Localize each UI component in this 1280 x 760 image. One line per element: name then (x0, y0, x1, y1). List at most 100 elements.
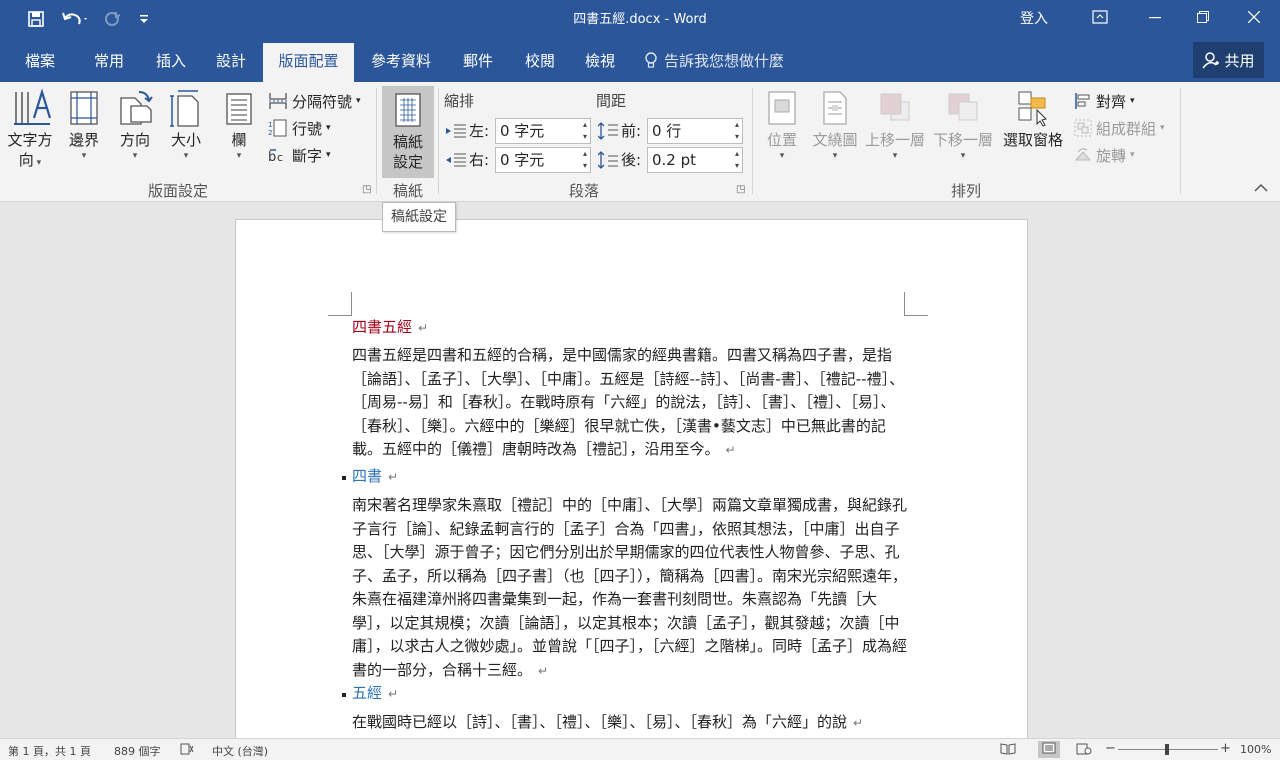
spacing-after-input[interactable]: 0.2 pt ▴ ▾ (647, 147, 743, 173)
heading-five-classics[interactable]: 五經 ↵ (352, 682, 398, 703)
send-backward-button[interactable]: 下移一層 ▾ (930, 88, 996, 162)
paragraph-five-classics[interactable]: 在戰國時已經以［詩］、［書］、［禮］、［樂］、［易］、［春秋］為「六經」的說 ↵ (352, 711, 908, 736)
tab-design[interactable]: 設計 (202, 43, 260, 82)
tab-home[interactable]: 常用 (80, 43, 138, 82)
spacing-before-icon (598, 121, 618, 140)
hyphenation-button[interactable]: bc 斷字 ▾ (268, 142, 331, 168)
paragraph-mark-icon: ↵ (538, 663, 549, 678)
tab-file[interactable]: 檔案 (10, 43, 70, 82)
share-label: 共用 (1224, 51, 1255, 70)
zoom-out-icon[interactable]: − (1105, 741, 1116, 756)
position-button[interactable]: 位置 ▾ (760, 88, 804, 162)
spinner-icon[interactable]: ▴ ▾ (735, 148, 739, 172)
size-button[interactable]: 大小 ▾ (164, 88, 208, 162)
ribbon-tabs: 檔案 常用 插入 設計 版面配置 參考資料 郵件 校閱 檢視 告訴我您想做什麼 … (0, 38, 1280, 82)
text-direction-button[interactable]: 文字方 向 ▾ (4, 88, 56, 173)
spacing-before-label: 前: (598, 120, 641, 141)
indent-right-icon (446, 153, 466, 166)
margins-button[interactable]: 邊界 ▾ (62, 88, 106, 162)
customize-icon[interactable] (134, 8, 154, 30)
breaks-button[interactable]: 分隔符號 ▾ (268, 88, 361, 114)
zoom-in-icon[interactable]: + (1220, 741, 1231, 756)
spinner-icon[interactable]: ▴ ▾ (583, 119, 587, 143)
manuscript-label-1: 稿紙 (392, 133, 423, 151)
spinner-icon[interactable]: ▴ ▾ (735, 119, 739, 143)
spinner-icon[interactable]: ▴ ▾ (583, 148, 587, 172)
tab-insert[interactable]: 插入 (142, 43, 200, 82)
manuscript-setup-button[interactable]: 稿紙 設定 (382, 86, 434, 178)
tab-review[interactable]: 校閱 (512, 43, 568, 82)
paragraph-mark-icon: ↵ (388, 470, 399, 484)
indent-left-value: 0 字元 (500, 122, 545, 140)
group-button[interactable]: 組成群組 ▾ (1074, 115, 1165, 141)
paragraph-intro[interactable]: 四書五經是四書和五經的合稱，是中國儒家的經典書籍。四書又稱為四子書，是指［論語］… (352, 344, 908, 463)
read-mode-icon[interactable] (1000, 743, 1016, 758)
lightbulb-icon (645, 51, 657, 68)
heading-four-books[interactable]: 四書 ↵ (352, 465, 398, 486)
group-separator (752, 88, 753, 194)
chevron-down-icon: ▾ (832, 151, 838, 161)
chevron-down-icon: ▾ (326, 123, 331, 133)
share-button[interactable]: 共用 (1193, 42, 1264, 78)
undo-icon[interactable] (58, 8, 92, 30)
columns-button[interactable]: 欄 ▾ (218, 88, 260, 162)
tab-mailings[interactable]: 郵件 (450, 43, 506, 82)
redo-icon[interactable] (100, 8, 124, 30)
chevron-down-icon: ▾ (356, 96, 361, 106)
selection-pane-button[interactable]: 選取窗格 (998, 88, 1068, 150)
rotate-label: 旋轉 (1096, 146, 1127, 165)
hyphenation-label: 斷字 (292, 146, 323, 165)
tab-references[interactable]: 參考資料 (360, 43, 442, 82)
save-icon[interactable] (24, 8, 48, 30)
document-area: 四書五經 ↵ 四書五經是四書和五經的合稱，是中國儒家的經典書籍。四書又稱為四子書，… (0, 202, 1280, 738)
tab-view[interactable]: 檢視 (572, 43, 628, 82)
restore-icon[interactable] (1180, 0, 1226, 34)
chevron-down-icon: ▾ (1130, 96, 1135, 106)
paragraph-four-books[interactable]: 南宋著名理學家朱熹取［禮記］中的［中庸］、［大學］兩篇文章單獨成書，與紀錄孔子言… (352, 494, 908, 683)
person-icon (1202, 52, 1220, 69)
collapse-ribbon-icon[interactable] (1254, 182, 1268, 197)
spacing-before-input[interactable]: 0 行 ▴ ▾ (647, 118, 743, 144)
close-icon[interactable] (1231, 0, 1277, 34)
spacing-after-icon (598, 150, 618, 169)
margins-label: 邊界 (68, 131, 99, 149)
zoom-level[interactable]: 100% (1240, 743, 1271, 756)
minimize-icon[interactable] (1132, 0, 1178, 34)
title-bar: 四書五經.docx - Word 登入 (0, 0, 1280, 38)
print-layout-icon[interactable] (1038, 741, 1060, 758)
indent-right-input[interactable]: 0 字元 ▴ ▾ (495, 147, 591, 173)
heading-marker (342, 476, 346, 480)
language-indicator[interactable]: 中文 (台灣) (212, 743, 268, 759)
document-page[interactable]: 四書五經 ↵ 四書五經是四書和五經的合稱，是中國儒家的經典書籍。四書又稱為四子書，… (235, 219, 1028, 738)
align-button[interactable]: 對齊 ▾ (1074, 88, 1135, 114)
bring-forward-button[interactable]: 上移一層 ▾ (862, 88, 928, 162)
indent-heading: 縮排 (444, 92, 475, 110)
paragraph-launcher-icon[interactable]: ◳ (736, 184, 745, 195)
wrap-text-icon (823, 91, 847, 125)
line-numbers-label: 行號 (292, 119, 323, 138)
indent-left-input[interactable]: 0 字元 ▴ ▾ (495, 118, 591, 144)
send-backward-label: 下移一層 (932, 131, 993, 149)
ribbon-display-options-icon[interactable] (1077, 0, 1123, 34)
orientation-label: 方向 (119, 131, 150, 149)
word-count[interactable]: 889 個字 (114, 743, 161, 759)
tell-me-box[interactable]: 告訴我您想做什麼 (644, 50, 784, 71)
position-label: 位置 (766, 131, 797, 149)
spacing-heading: 間距 (596, 92, 627, 110)
chevron-down-icon: ▾ (892, 151, 898, 161)
web-layout-icon[interactable] (1076, 743, 1092, 758)
line-numbers-button[interactable]: 12 行號 ▾ (268, 115, 331, 141)
doc-title-heading[interactable]: 四書五經 ↵ (352, 316, 428, 337)
signin-link[interactable]: 登入 (1020, 8, 1048, 28)
position-icon (768, 91, 796, 125)
wrap-text-button[interactable]: 文繞圖 ▾ (808, 88, 862, 162)
orientation-button[interactable]: 方向 ▾ (112, 88, 158, 162)
rotate-button[interactable]: 旋轉 ▾ (1074, 142, 1135, 168)
tab-layout[interactable]: 版面配置 (263, 43, 354, 82)
zoom-slider-thumb[interactable] (1165, 744, 1169, 755)
proofing-icon[interactable] (180, 743, 194, 758)
indent-left-label: 左: (446, 120, 489, 141)
page-count[interactable]: 第 1 頁，共 1 頁 (8, 743, 91, 759)
chevron-down-icon: ▾ (183, 151, 189, 161)
page-setup-launcher-icon[interactable]: ◳ (362, 184, 371, 195)
